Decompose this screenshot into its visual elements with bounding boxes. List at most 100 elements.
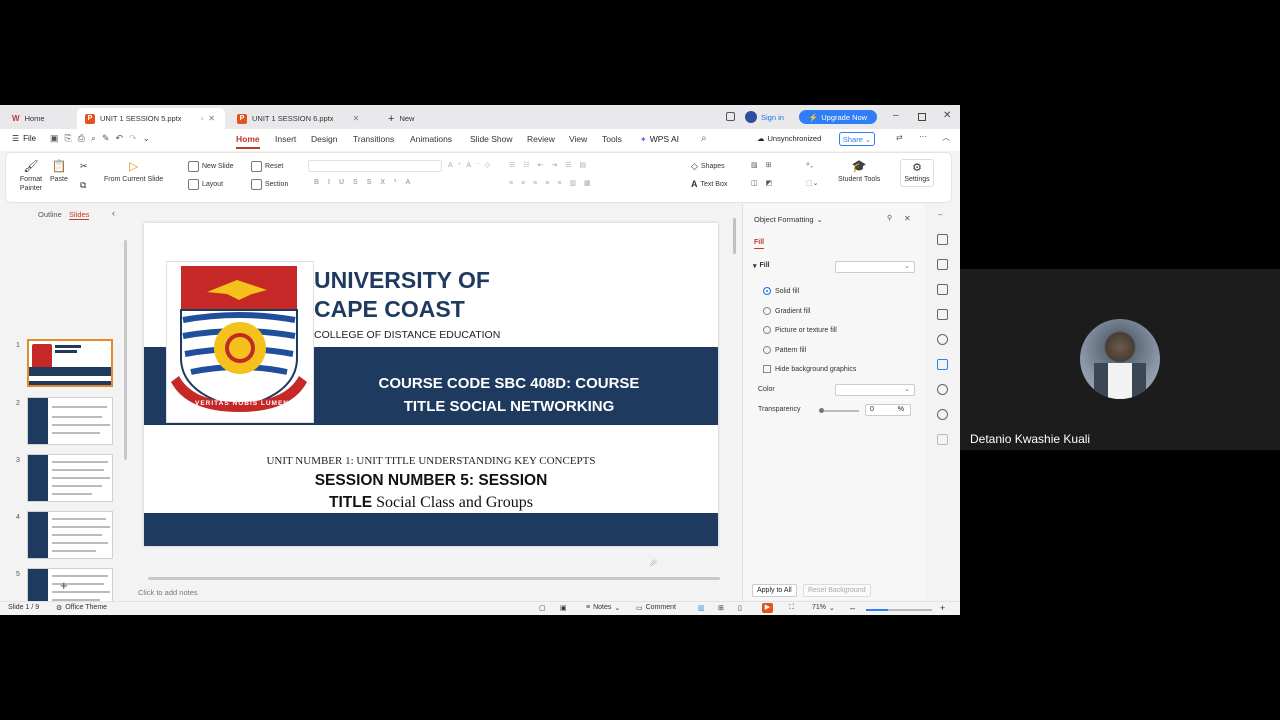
fill-type-dropdown[interactable]: ⌄ <box>835 261 915 273</box>
option-picture-fill[interactable]: Picture or texture fill <box>763 326 837 334</box>
zoom-in-icon[interactable]: + <box>940 603 945 613</box>
history-icon[interactable]: ⇄ <box>896 133 903 142</box>
presenter-icon[interactable]: ▣ <box>560 604 567 612</box>
menu-slide-show[interactable]: Slide Show <box>470 134 513 144</box>
font-size-controls[interactable]: A⁺A⁻◇ <box>448 161 495 169</box>
menu-home[interactable]: Home <box>236 134 260 149</box>
share-button[interactable]: Share ⌄ <box>839 132 875 146</box>
close-window-icon[interactable]: ✕ <box>943 110 951 121</box>
apply-to-all-button[interactable]: Apply to All <box>752 584 797 597</box>
color-dropdown[interactable]: ⌄ <box>835 384 915 396</box>
fill-section-header[interactable]: ▾ Fill <box>753 262 770 270</box>
close-icon[interactable]: ✕ <box>353 114 360 123</box>
hide-background-checkbox[interactable]: Hide background graphics <box>763 365 856 373</box>
text-format-buttons[interactable]: BIUSSX²A <box>314 179 419 186</box>
paragraph-align-buttons[interactable]: ≡≡≡≡≡▥▦ <box>509 179 599 187</box>
text-box-button[interactable]: A Text Box <box>691 179 727 189</box>
slide-thumbnail-3[interactable] <box>27 454 113 502</box>
menu-transitions[interactable]: Transitions <box>353 134 394 144</box>
upgrade-button[interactable]: ⚡ Upgrade Now <box>799 110 877 124</box>
font-name-select[interactable] <box>308 160 442 172</box>
new-tab-button[interactable]: + New <box>380 108 422 129</box>
menu-design[interactable]: Design <box>311 134 337 144</box>
format-painter-button[interactable]: 🖌 Format Painter <box>16 159 46 193</box>
layout-button[interactable]: Layout <box>188 179 223 190</box>
select-icon[interactable]: ⬚⌄ <box>806 179 818 187</box>
transparency-slider[interactable] <box>819 408 859 413</box>
zoom-level[interactable]: 71% ⌄ <box>812 604 835 612</box>
comment-button[interactable]: ▭ Comment <box>636 604 676 612</box>
close-icon[interactable]: ✕ <box>208 114 215 123</box>
zoom-slider[interactable] <box>866 609 932 611</box>
menu-tools[interactable]: Tools <box>602 134 622 144</box>
collapse-ribbon-icon[interactable]: ︿ <box>942 132 950 143</box>
fit-window-icon[interactable]: ⛶ <box>789 604 794 612</box>
notes-toggle-icon[interactable]: ▢ <box>539 604 546 612</box>
tab-outline[interactable]: Outline <box>38 210 62 219</box>
adjust-icon[interactable] <box>937 359 948 370</box>
more-options-icon[interactable]: ⋯ <box>919 132 927 141</box>
transparency-input[interactable]: 0 % <box>865 404 911 416</box>
pin-icon[interactable]: ⚲ <box>887 214 892 222</box>
from-current-slide-button[interactable]: ▷ From Current Slide <box>104 159 163 183</box>
horizontal-scrollbar[interactable] <box>148 577 720 580</box>
window-tile-icon[interactable] <box>726 112 735 121</box>
sync-status[interactable]: ☁ Unsynchronized <box>757 134 821 143</box>
magic-wand-icon[interactable] <box>937 234 948 245</box>
comment-icon[interactable] <box>937 309 948 320</box>
save-icon[interactable]: ▣ <box>50 133 59 144</box>
arrange-tools[interactable]: ◫◩ <box>751 179 780 187</box>
collapse-pane-icon[interactable]: ‹ <box>112 208 115 218</box>
slide-sorter-icon[interactable]: ⊞ <box>718 604 724 612</box>
menu-wps-ai[interactable]: ✦ WPS AI <box>640 134 679 144</box>
slide-thumbnail-4[interactable] <box>27 511 113 559</box>
slide-canvas[interactable]: VERITAS NOBIS LUMEN UNIVERSITY OF CAPE C… <box>144 223 718 546</box>
play-slideshow-icon[interactable]: ▶ <box>762 603 773 613</box>
notes-button[interactable]: ≡ Notes ⌄ <box>586 604 620 612</box>
add-slide-button[interactable]: + <box>60 578 68 593</box>
option-gradient-fill[interactable]: Gradient fill <box>763 307 810 315</box>
slide-thumbnail-2[interactable] <box>27 397 113 445</box>
collapse-sidebar-icon[interactable]: – <box>938 210 942 219</box>
more-icon[interactable]: ⌄ <box>143 133 151 144</box>
star-icon[interactable] <box>937 334 948 345</box>
history-clock-icon[interactable] <box>937 384 948 395</box>
option-solid-fill[interactable]: Solid fill <box>763 287 799 295</box>
grid-icon[interactable] <box>937 434 948 445</box>
paste-button[interactable]: 📋 Paste <box>50 159 68 183</box>
export-pdf-icon[interactable]: ⎘ <box>65 133 72 144</box>
print-icon[interactable]: ⎙ <box>78 133 85 144</box>
section-button[interactable]: Section <box>251 179 288 190</box>
help-icon[interactable] <box>937 409 948 420</box>
file-menu[interactable]: ☰ File <box>12 134 36 143</box>
reading-view-icon[interactable]: ▯ <box>738 604 742 612</box>
tab-slides[interactable]: Slides <box>69 210 90 220</box>
menu-insert[interactable]: Insert <box>275 134 296 144</box>
tab-fill[interactable]: Fill <box>754 239 765 249</box>
zoom-out-icon[interactable]: – <box>850 603 855 613</box>
theme-indicator[interactable]: ⚙ Office Theme <box>56 604 107 612</box>
slides-scrollbar[interactable] <box>124 240 127 460</box>
format-painter-small-icon[interactable]: ✎ <box>102 133 110 144</box>
object-formatting-title[interactable]: Object Formatting ⌄ <box>754 215 823 224</box>
picture-tools[interactable]: ▨⊞ <box>751 161 779 169</box>
copy-icon[interactable]: ⧉ <box>80 180 86 191</box>
settings-button[interactable]: ⚙ Settings <box>900 159 934 187</box>
sign-in-button[interactable]: Sign in <box>745 111 784 123</box>
maximize-icon[interactable] <box>918 113 926 121</box>
copy-style-icon[interactable] <box>937 284 948 295</box>
tab-file-session5[interactable]: P UNIT 1 SESSION 5.pptx ▫ ✕ <box>77 108 225 129</box>
menu-review[interactable]: Review <box>527 134 555 144</box>
new-slide-button[interactable]: New Slide <box>188 161 234 172</box>
minimize-icon[interactable]: – <box>893 110 899 121</box>
paragraph-list-buttons[interactable]: ☰☷⇤⇥☰▤ <box>509 161 594 169</box>
undo-icon[interactable]: ↶ <box>116 133 124 144</box>
vertical-scrollbar[interactable] <box>733 218 736 254</box>
student-tools-button[interactable]: 🎓 Student Tools <box>838 159 880 183</box>
tab-file-session6[interactable]: P UNIT 1 SESSION 6.pptx ✕ <box>229 108 377 129</box>
find-icon[interactable]: ⌕⌄ <box>806 161 813 169</box>
ai-design-icon[interactable] <box>937 259 948 270</box>
reset-background-button[interactable]: Reset Background <box>803 584 871 597</box>
slide-thumbnail-1[interactable] <box>27 339 113 387</box>
menu-animations[interactable]: Animations <box>410 134 452 144</box>
